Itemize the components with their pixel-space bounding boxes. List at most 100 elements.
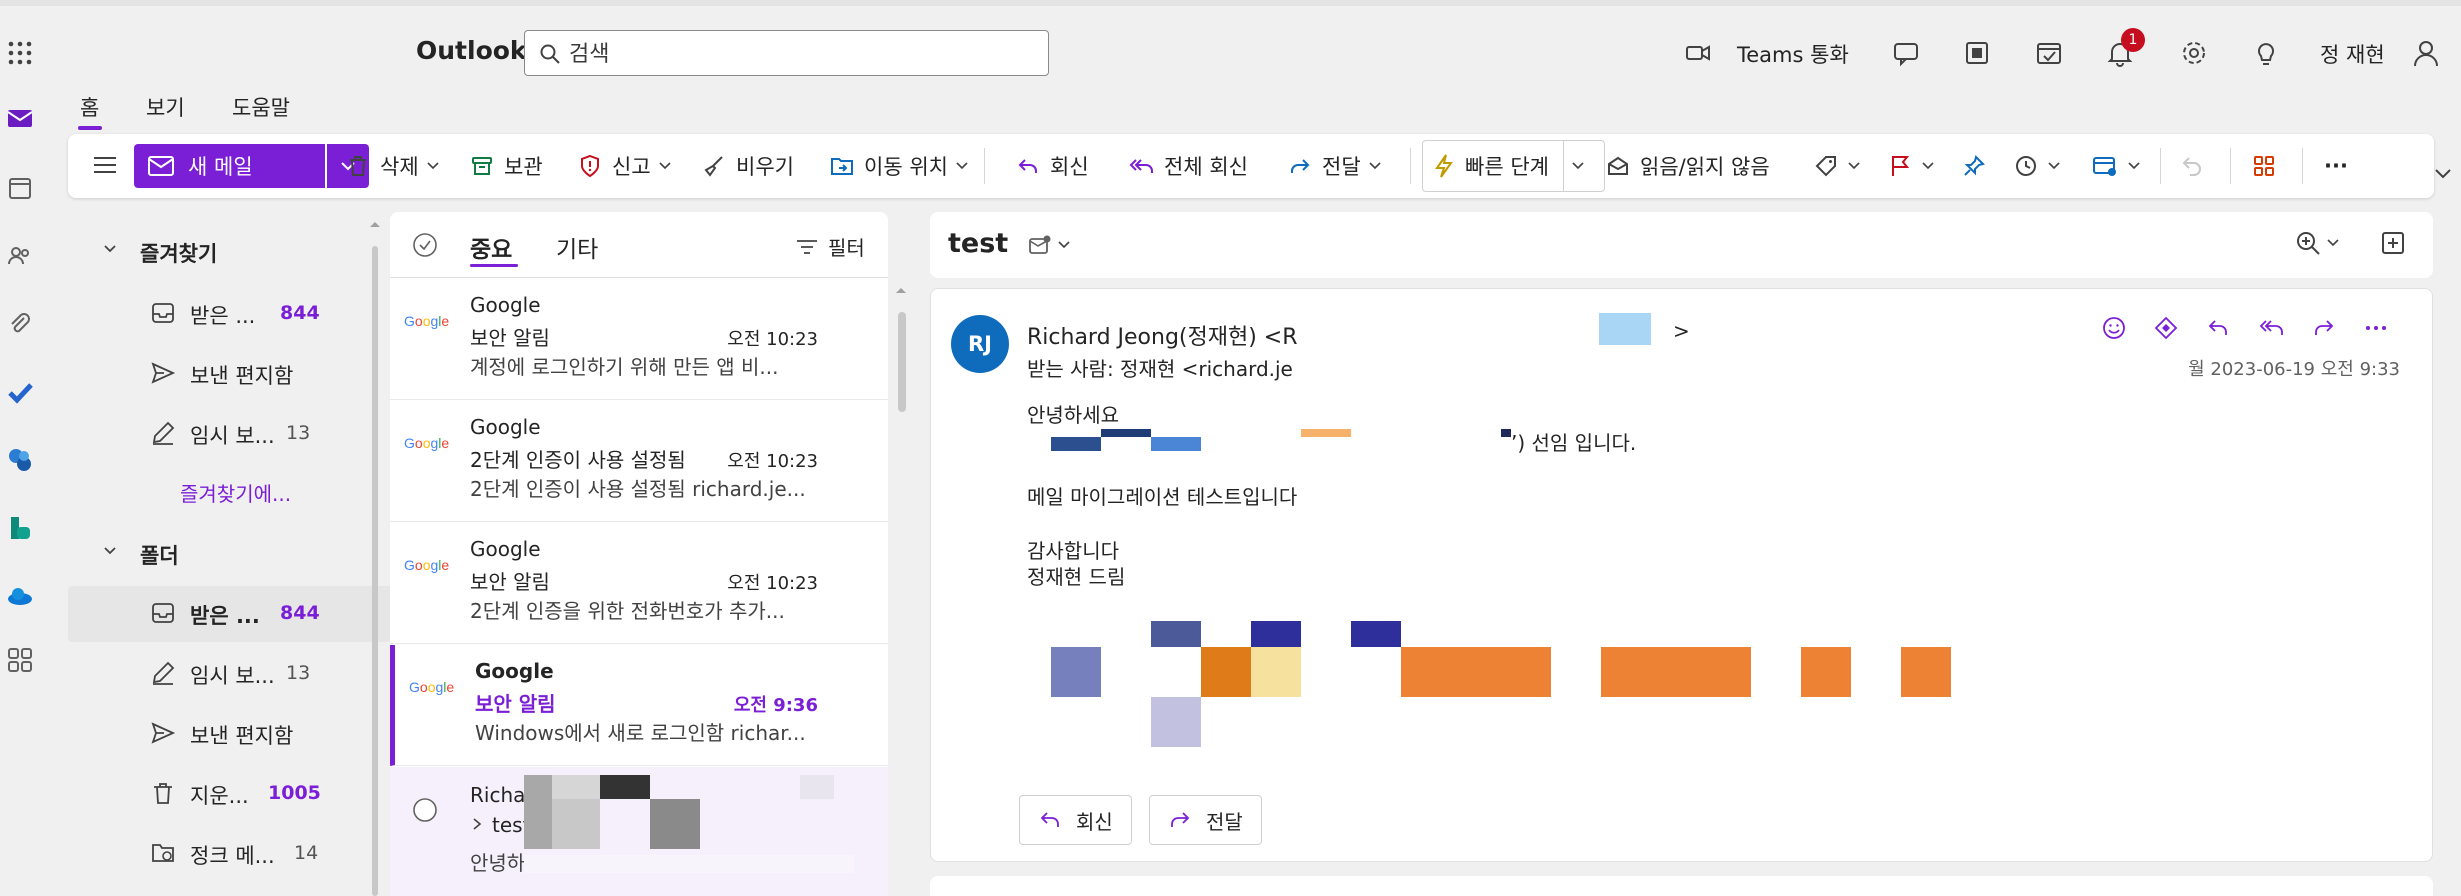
favorites-section-header[interactable]: 즐겨찾기 <box>58 226 358 276</box>
search-icon <box>539 43 561 65</box>
fav-folder-inbox[interactable]: 받은 ... 844 <box>68 286 394 342</box>
reply-all-button[interactable]: 전체 회신 <box>1128 134 1248 198</box>
fav-folder-sent[interactable]: 보낸 편지함 <box>68 346 394 402</box>
rules-button[interactable] <box>2092 134 2150 198</box>
recipient-line: 받는 사람: 정재현 <richard.je <box>1027 357 1293 381</box>
email-card: RJ Richard Jeong(정재현) <R > 받는 사람: 정재현 <r… <box>930 288 2433 862</box>
undo-button[interactable] <box>2180 134 2214 198</box>
reply-all-icon[interactable] <box>2257 315 2285 341</box>
folder-pane-scrollbar[interactable] <box>372 246 378 896</box>
chat-icon[interactable] <box>1892 39 1920 67</box>
folder-junk[interactable]: 정크 메... 14 <box>68 826 394 882</box>
select-all-checkbox-icon[interactable] <box>412 232 438 258</box>
tab-help[interactable]: 도움말 <box>232 92 290 122</box>
attachment-icon[interactable] <box>6 310 34 338</box>
calendar-icon[interactable] <box>6 174 34 202</box>
gear-icon[interactable] <box>2180 39 2208 67</box>
tab-focused[interactable]: 중요 <box>470 230 512 264</box>
folders-section-header[interactable]: 폴더 <box>58 528 358 578</box>
scroll-up-icon[interactable] <box>369 220 381 228</box>
chevron-right-icon[interactable] <box>472 817 482 831</box>
quick-steps-button[interactable]: 빠른 단계 <box>1422 140 1605 192</box>
move-to-label: 이동 위치 <box>864 155 948 179</box>
mail-icon[interactable] <box>6 104 34 132</box>
folder-inbox[interactable]: 받은 ... 844 <box>68 586 394 642</box>
tab-view[interactable]: 보기 <box>146 92 185 122</box>
reply-inline-button[interactable]: 회신 <box>1019 795 1132 845</box>
folder-deleted[interactable]: 지운... 1005 <box>68 766 394 822</box>
filter-button[interactable]: 필터 <box>796 232 865 261</box>
unread-count: 844 <box>280 302 320 324</box>
delete-button[interactable]: 삭제 <box>346 134 449 198</box>
todo-icon[interactable] <box>6 378 34 406</box>
chevron-down-icon[interactable] <box>1562 141 1584 191</box>
sweep-button[interactable]: 비우기 <box>702 134 794 198</box>
google-logo: Google <box>404 313 450 329</box>
user-name[interactable]: 정 재현 <box>2320 39 2385 69</box>
tab-other[interactable]: 기타 <box>556 230 598 264</box>
folder-sent[interactable]: 보낸 편지함 <box>68 706 394 762</box>
more-apps-icon[interactable] <box>6 646 34 674</box>
scroll-up-icon[interactable] <box>895 286 907 294</box>
person-icon[interactable] <box>2412 39 2440 67</box>
chevron-down-icon[interactable] <box>2434 168 2452 180</box>
message-item[interactable]: Google Google 보안 알림 오전 10:23 2단계 인증을 위한 … <box>390 523 888 644</box>
reply-icon[interactable] <box>2205 315 2231 341</box>
message-item[interactable]: Google Google 보안 알림 오전 10:23 계정에 로그인하기 위… <box>390 279 888 400</box>
fav-folder-drafts[interactable]: 임시 보... 13 <box>68 406 394 462</box>
popout-icon[interactable] <box>2380 230 2406 256</box>
report-button[interactable]: 신고 <box>578 134 681 198</box>
redaction-block <box>1101 429 1151 437</box>
new-mail-button[interactable]: 새 메일 <box>134 144 325 188</box>
reply-button[interactable]: 회신 <box>1016 134 1089 198</box>
search-box[interactable] <box>524 30 1049 76</box>
lightbulb-icon[interactable] <box>2252 39 2280 67</box>
office-icon[interactable] <box>1963 39 1991 67</box>
emoji-icon[interactable] <box>2101 315 2127 341</box>
categorize-button[interactable] <box>1814 134 1870 198</box>
teams-call-label[interactable]: Teams 통화 <box>1737 39 1849 69</box>
zoom-button[interactable] <box>2295 230 2339 256</box>
google-logo: Google <box>404 557 450 573</box>
add-favorite-link[interactable]: 즐겨찾기에... <box>180 478 291 507</box>
pin-icon <box>1962 154 1986 178</box>
loop-icon[interactable] <box>2153 315 2179 341</box>
folder-drafts[interactable]: 임시 보... 13 <box>68 646 394 702</box>
sender-name[interactable]: Richard Jeong(정재현) <R <box>1027 319 1298 351</box>
move-to-button[interactable]: 이동 위치 <box>830 134 978 198</box>
read-unread-button[interactable]: 읽음/읽지 않음 <box>1606 134 1770 198</box>
waffle-icon[interactable] <box>6 39 34 67</box>
tab-home[interactable]: 홈 <box>80 92 99 122</box>
snooze-button[interactable] <box>2014 134 2070 198</box>
forward-icon[interactable] <box>2311 315 2337 341</box>
select-checkbox-icon[interactable] <box>412 797 438 823</box>
onedrive-icon[interactable] <box>6 582 34 610</box>
forward-inline-button[interactable]: 전달 <box>1149 795 1262 845</box>
message-list-scrollbar[interactable] <box>898 312 906 412</box>
flag-button[interactable] <box>1888 134 1944 198</box>
avatar[interactable]: RJ <box>951 315 1009 373</box>
forward-button[interactable]: 전달 <box>1288 134 1391 198</box>
people-icon[interactable] <box>6 242 34 270</box>
pin-button[interactable] <box>1962 134 1996 198</box>
forward-inline-label: 전달 <box>1206 809 1243 834</box>
video-icon[interactable] <box>1684 39 1712 67</box>
message-item[interactable]: Google Google 2단계 인증이 사용 설정됨 오전 10:23 2단… <box>390 401 888 522</box>
calendar-check-icon[interactable] <box>2035 39 2063 67</box>
copilot-icon[interactable] <box>6 446 34 474</box>
bookings-icon[interactable] <box>6 514 34 542</box>
message-time: 오전 10:23 <box>727 451 818 472</box>
archive-button[interactable]: 보관 <box>470 134 543 198</box>
search-input[interactable] <box>569 39 1029 69</box>
hamburger-icon[interactable] <box>92 152 118 178</box>
message-item[interactable]: Google Google 보안 알림 오전 9:36 Windows에서 새로… <box>390 645 888 766</box>
categorize-menu[interactable] <box>1028 234 1070 256</box>
folder-label: 받은 ... <box>190 304 256 328</box>
app-name[interactable]: Outlook <box>416 36 527 65</box>
apps-button[interactable] <box>2252 134 2286 198</box>
message-item-selected[interactable]: Richar test 안녕하 <box>390 767 888 896</box>
more-icon[interactable] <box>2363 315 2389 341</box>
more-options-button[interactable]: ··· <box>2324 134 2348 198</box>
email-subject: test <box>948 228 1009 259</box>
body-line: 메일 마이그레이션 테스트입니다 <box>1027 485 1298 509</box>
